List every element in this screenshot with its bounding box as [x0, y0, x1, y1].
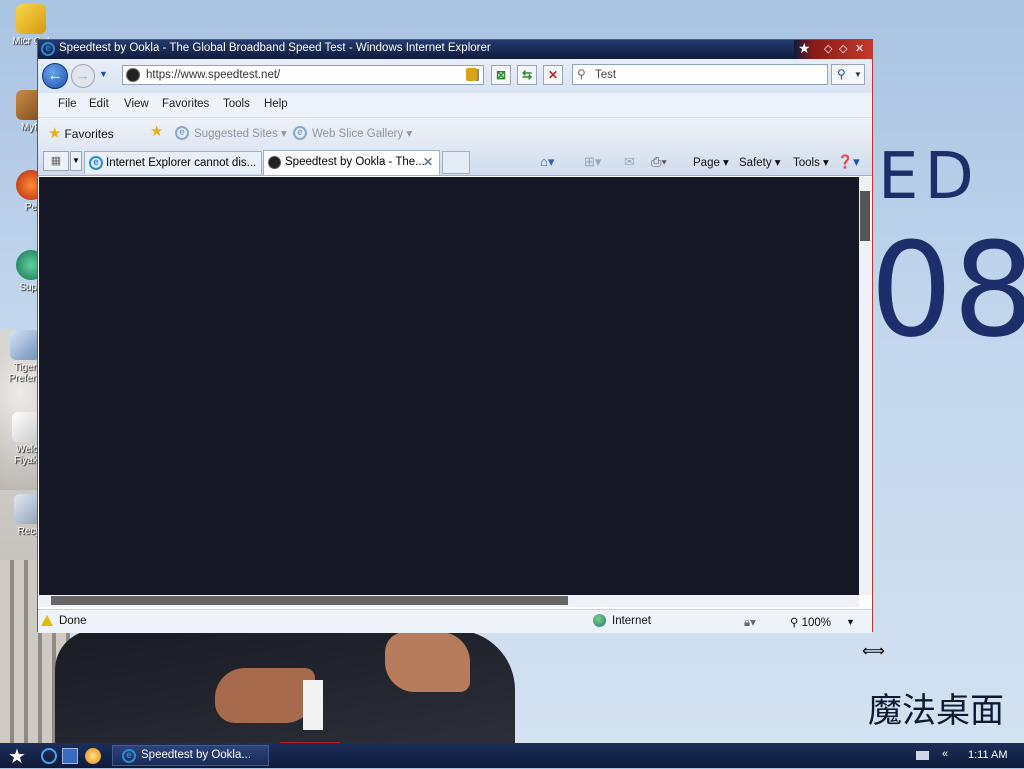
close-button[interactable]: ✕	[855, 42, 864, 55]
ie-page-icon: e	[175, 126, 189, 140]
tools-menu-button[interactable]: Tools ▾	[793, 155, 829, 169]
vertical-scrollbar[interactable]	[859, 177, 872, 595]
favorite-suggested-sites[interactable]: Suggested Sites ▾	[194, 126, 287, 140]
back-button[interactable]: ←	[42, 63, 68, 89]
add-favorite-icon[interactable]: ★	[150, 122, 163, 140]
favorite-web-slice-gallery[interactable]: Web Slice Gallery ▾	[312, 126, 412, 140]
menu-favorites[interactable]: Favorites	[162, 98, 209, 110]
vertical-scroll-thumb[interactable]	[860, 191, 870, 241]
stop-button[interactable]: ✕	[543, 65, 563, 85]
ie-logo-icon: e	[41, 42, 55, 56]
start-button[interactable]: ★	[8, 744, 26, 769]
tray-expand-icon[interactable]: «	[942, 748, 948, 760]
wallpaper-logo: 魔法桌面	[868, 691, 1004, 731]
magnifier-icon: ⚲	[837, 67, 846, 81]
show-desktop-icon[interactable]	[62, 748, 78, 764]
taskbar-button-speedtest[interactable]: e Speedtest by Ookla...	[112, 745, 269, 766]
globe-icon	[593, 614, 606, 627]
address-bar[interactable]	[122, 65, 484, 85]
tab-ie-cannot-display[interactable]: e Internet Explorer cannot dis...	[84, 151, 262, 174]
keyboard-icon[interactable]	[916, 751, 929, 760]
new-tab-button[interactable]	[442, 151, 470, 174]
page-content[interactable]	[39, 177, 859, 595]
taskbar: ★ e Speedtest by Ookla... « 1:11 AM	[0, 743, 1024, 768]
wallpaper-hand	[215, 668, 315, 723]
warning-icon	[41, 615, 53, 626]
forward-button[interactable]: →	[71, 64, 95, 88]
horizontal-scrollbar[interactable]	[39, 595, 859, 607]
title-bar[interactable]: e Speedtest by Ookla - The Global Broadb…	[38, 40, 872, 59]
tab-bar: ▦ ▼ e Internet Explorer cannot dis... Sp…	[38, 148, 872, 176]
horizontal-scroll-thumb[interactable]	[51, 596, 568, 605]
menu-file[interactable]: File	[58, 98, 77, 110]
search-button[interactable]: ⚲ ▼	[831, 64, 865, 85]
refresh-button[interactable]: ⇆	[517, 65, 537, 85]
menu-help[interactable]: Help	[264, 98, 288, 110]
settings-icon	[10, 330, 40, 360]
window-title: Speedtest by Ookla - The Global Broadban…	[59, 42, 491, 54]
home-icon[interactable]: ⌂▾	[540, 154, 554, 170]
search-icon: ⚲	[577, 67, 586, 81]
help-icon[interactable]: ❓▾	[837, 154, 860, 170]
read-mail-icon[interactable]: ✉	[624, 154, 635, 170]
menu-bar: File Edit View Favorites Tools Help	[38, 93, 872, 117]
favorites-label: Favorites	[64, 127, 114, 141]
window-controls: ★ ◇ ◇ ✕	[794, 40, 872, 59]
chevron-down-icon: ▼	[854, 70, 862, 79]
compatibility-button[interactable]: ⊠	[491, 65, 511, 85]
favorites-bar: ★ Favorites ★ e Suggested Sites ▾ e Web S…	[38, 117, 872, 149]
system-tray: « 1:11 AM	[910, 743, 1024, 768]
media-player-icon[interactable]	[85, 748, 101, 764]
menu-edit[interactable]: Edit	[89, 98, 109, 110]
zoom-dropdown[interactable]: ▼	[846, 617, 855, 627]
tab-list-button[interactable]: ▼	[70, 151, 82, 171]
address-input[interactable]	[146, 69, 436, 81]
ie-logo-icon: e	[122, 749, 136, 763]
resize-cursor-icon: ⟺	[862, 643, 885, 660]
ie-page-icon: e	[89, 156, 103, 170]
wallpaper-cuff	[303, 680, 323, 730]
star-icon: ★	[48, 125, 62, 142]
outlook-icon	[16, 4, 46, 34]
protected-mode-icon[interactable]: 🔒︎▾	[744, 615, 756, 630]
ie-page-icon: e	[293, 126, 307, 140]
wallpaper-text: 08	[870, 214, 1024, 366]
quick-tabs-button[interactable]: ▦	[43, 151, 69, 171]
safety-menu-button[interactable]: Safety ▾	[739, 155, 781, 169]
tab-label: Internet Explorer cannot dis...	[106, 157, 257, 169]
search-box[interactable]: ⚲	[572, 64, 828, 85]
security-lock-icon[interactable]	[466, 68, 477, 81]
security-zone[interactable]: Internet	[612, 615, 651, 627]
clock[interactable]: 1:11 AM	[968, 749, 1008, 761]
ie-window: e Speedtest by Ookla - The Global Broadb…	[37, 39, 873, 633]
zoom-button[interactable]: ⚲ 100%	[790, 615, 831, 629]
wallpaper-hand	[385, 632, 470, 692]
ie-quicklaunch-icon[interactable]	[41, 748, 57, 764]
status-text: Done	[59, 615, 87, 627]
wallpaper-text: ED	[878, 140, 980, 214]
close-tab-icon[interactable]: ✕	[423, 155, 433, 169]
tab-speedtest[interactable]: Speedtest by Ookla - The... ✕	[263, 150, 440, 175]
speedtest-favicon-icon	[268, 156, 281, 169]
print-icon[interactable]: ⎙▾	[651, 154, 667, 170]
minimize-button[interactable]: ◇	[824, 42, 832, 55]
status-bar: Done Internet 🔒︎▾ ⚲ 100% ▼	[38, 609, 872, 633]
favorites-button[interactable]: ★ Favorites	[48, 124, 114, 142]
recent-pages-dropdown[interactable]: ▼	[99, 69, 108, 79]
feeds-icon[interactable]: ⊞▾	[584, 154, 601, 170]
navigation-bar: ← → ▼ ⊠ ⇆ ✕ ⚲ ⚲ ▼	[38, 59, 872, 93]
search-input[interactable]	[595, 69, 815, 81]
menu-tools[interactable]: Tools	[223, 98, 250, 110]
page-menu-button[interactable]: Page ▾	[693, 155, 729, 169]
pin-star-icon[interactable]: ★	[798, 40, 811, 57]
maximize-button[interactable]: ◇	[839, 42, 847, 55]
speedtest-favicon-icon	[126, 68, 140, 82]
desktop-icon-label: Pe	[24, 202, 38, 213]
taskbar-button-label: Speedtest by Ookla...	[141, 749, 251, 761]
menu-view[interactable]: View	[124, 98, 149, 110]
tab-label: Speedtest by Ookla - The...	[285, 156, 425, 168]
